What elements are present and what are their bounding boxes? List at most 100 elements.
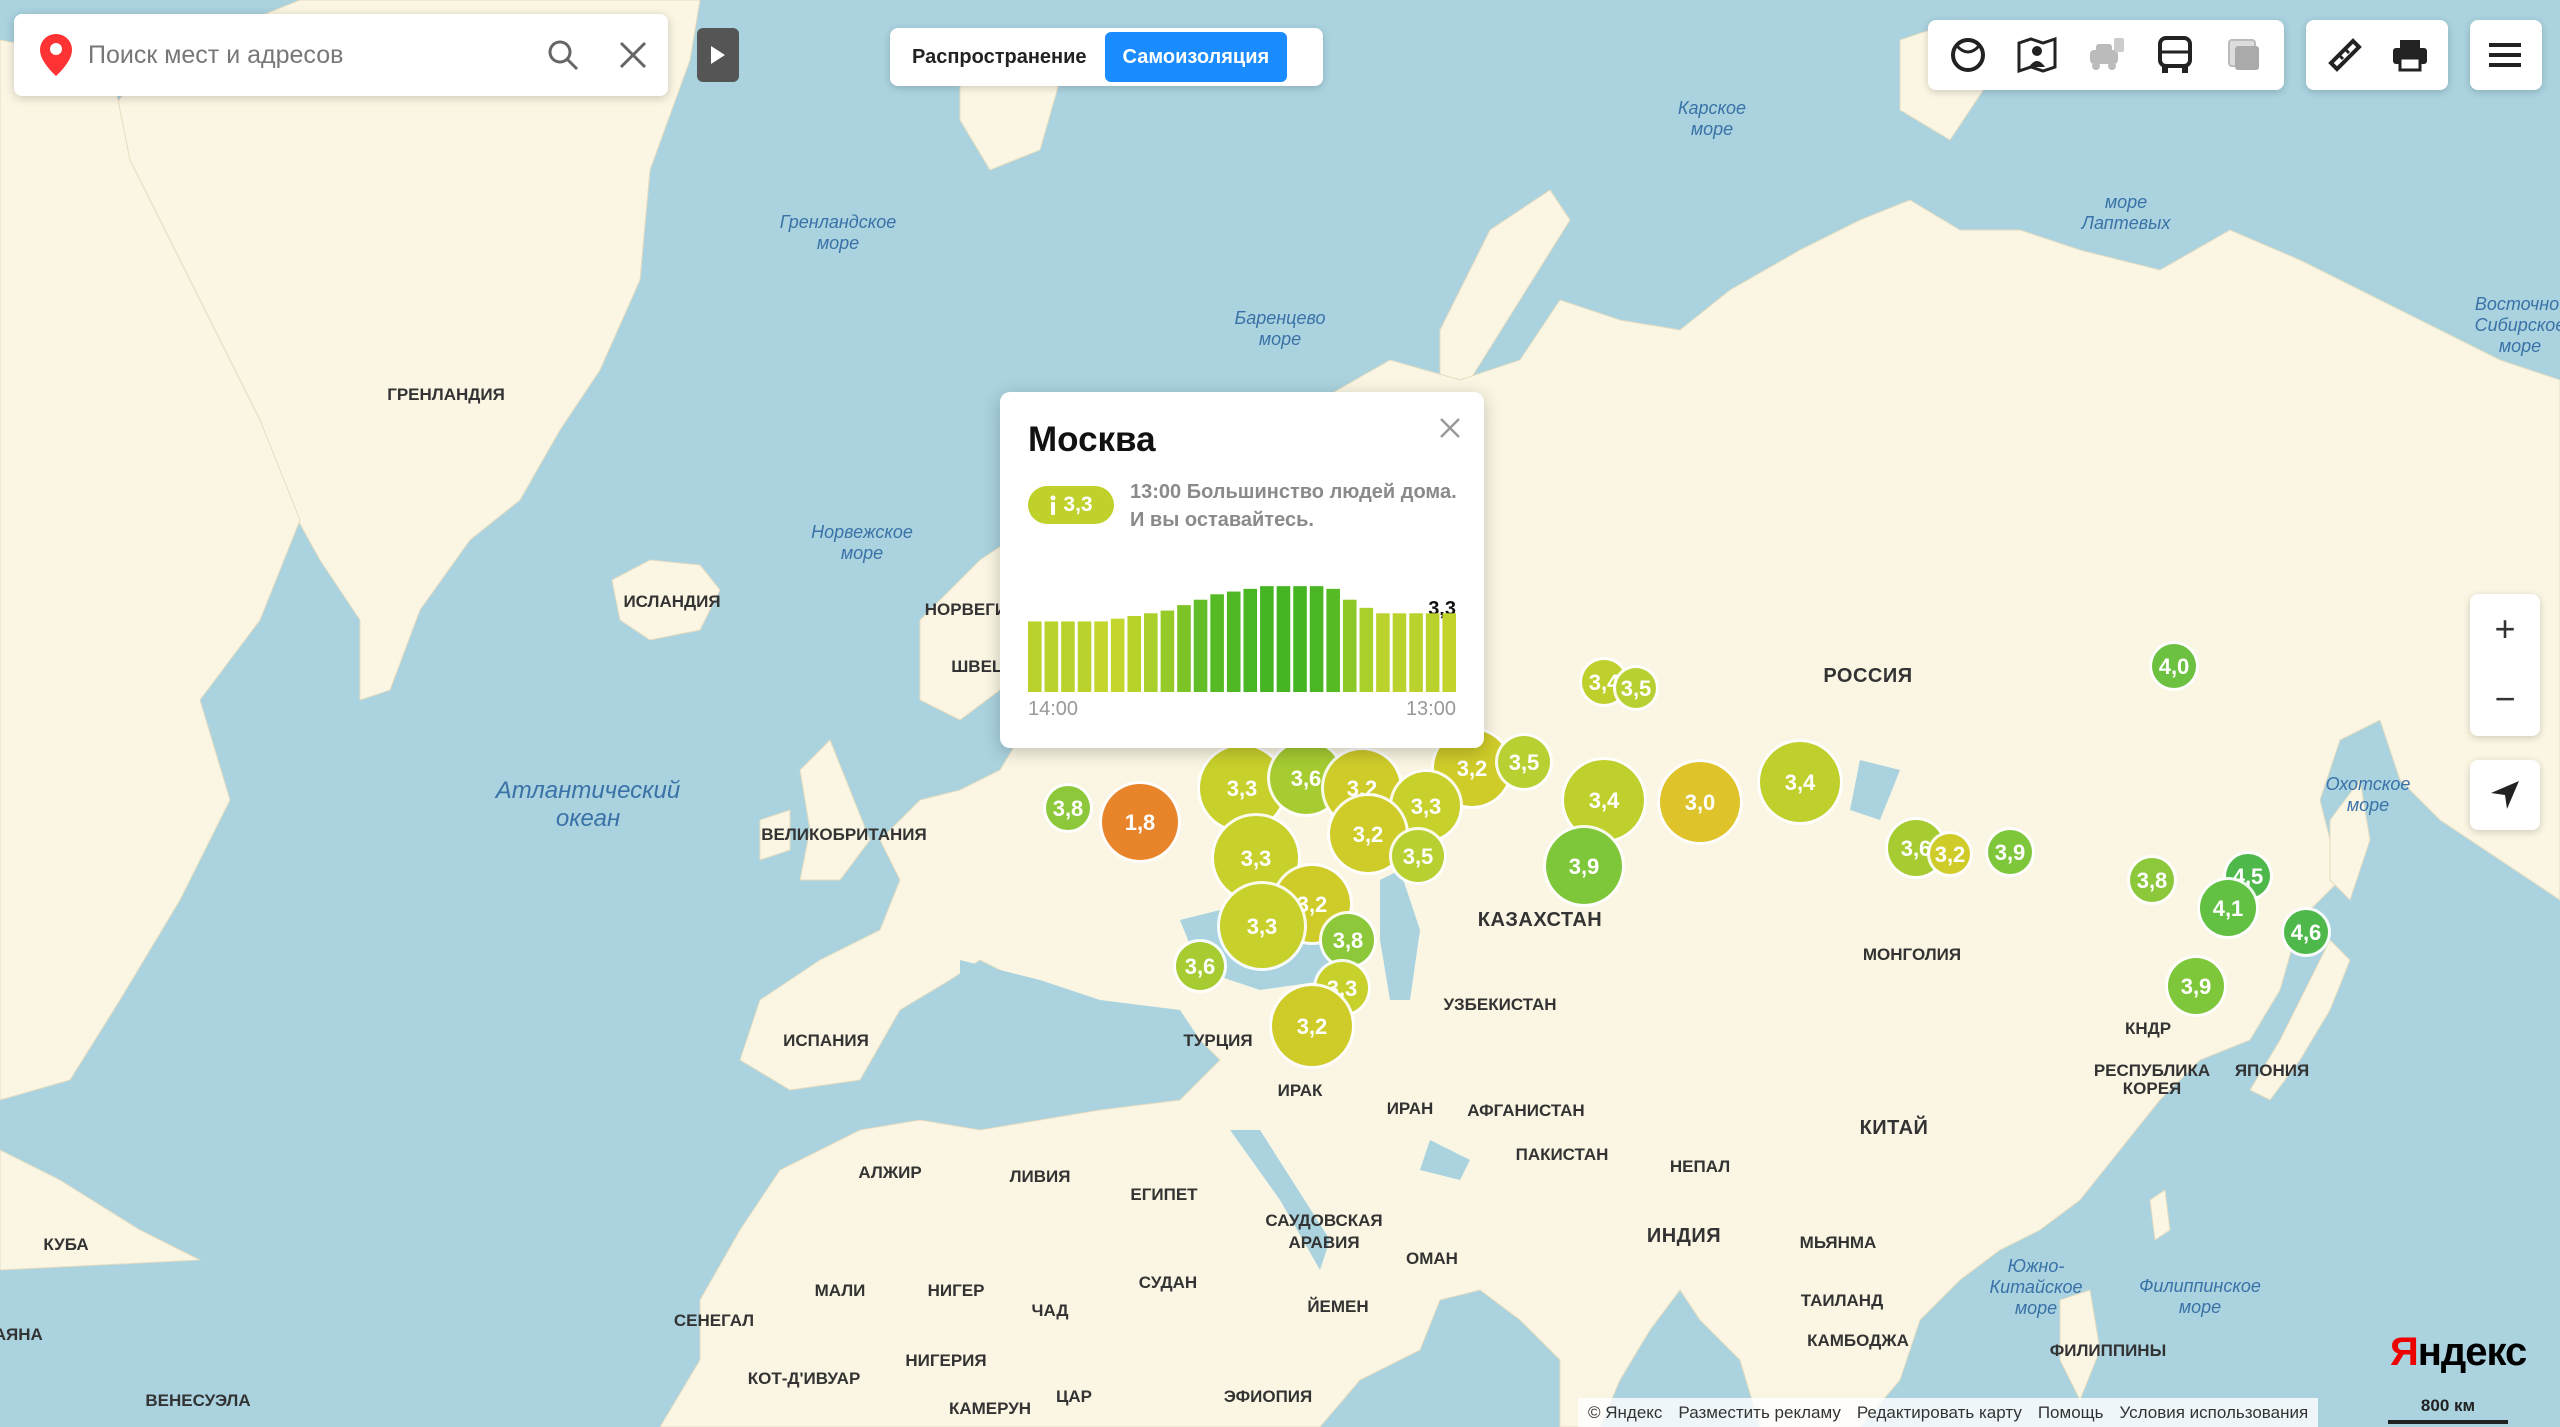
sea-label: море	[2347, 795, 2389, 815]
country-label: ЭФИОПИЯ	[1224, 1387, 1312, 1406]
chart-bar	[1210, 594, 1224, 692]
sea-label: море	[2179, 1297, 2221, 1317]
isolation-index-badge: 3,3	[1028, 486, 1114, 524]
traffic-icon	[2089, 38, 2124, 70]
tools-toolbar	[2306, 20, 2448, 90]
chart-bar	[1392, 613, 1407, 692]
sea-label: море	[2105, 192, 2147, 212]
traffic-button[interactable]	[2072, 20, 2141, 90]
city-index-bubble[interactable]: 3,9	[1543, 825, 1625, 907]
popup-close-button[interactable]	[1432, 410, 1468, 446]
sea-label: Сибирское	[2475, 315, 2560, 335]
person-icon	[1050, 495, 1056, 515]
city-index-bubble[interactable]: 3,9	[1985, 827, 2035, 877]
mode-tab-spread[interactable]: Распространение	[894, 32, 1105, 82]
bubble-value: 4,1	[2213, 896, 2244, 921]
ruler-button[interactable]	[2312, 20, 2377, 90]
bubble-value: 4,0	[2159, 654, 2190, 679]
layers-toolbar	[1928, 20, 2284, 90]
ocean-label: океан	[556, 805, 620, 832]
globe-button[interactable]	[1934, 20, 2003, 90]
city-index-bubble[interactable]: 3,5	[1495, 733, 1553, 791]
sidebar-toggle-button[interactable]	[697, 28, 739, 82]
city-index-bubble[interactable]: 3,2	[1269, 983, 1355, 1069]
city-popup: Москва 3,3 13:00 Большинство людей дома.…	[1000, 392, 1484, 748]
sea-label: море	[1691, 119, 1733, 139]
city-index-bubble[interactable]: 3,9	[2165, 955, 2227, 1017]
transport-button[interactable]	[2140, 20, 2209, 90]
chart-bar	[1061, 621, 1075, 692]
city-index-bubble[interactable]: 3,5	[1613, 665, 1659, 711]
chart-bar	[1044, 621, 1059, 692]
search-button[interactable]	[528, 14, 598, 96]
clear-button[interactable]	[598, 14, 668, 96]
panorama-button[interactable]	[2003, 20, 2072, 90]
country-label: ГАЯНА	[0, 1325, 43, 1344]
mode-tab-self-isolation[interactable]: Самоизоляция	[1104, 32, 1288, 82]
city-index-bubble[interactable]: 3,4	[1757, 739, 1843, 825]
city-index-bubble[interactable]: 1,8	[1099, 781, 1181, 863]
city-index-bubble[interactable]: 4,6	[2281, 907, 2331, 957]
city-index-bubble[interactable]: 3,8	[2127, 855, 2177, 905]
bubble-value: 4,6	[2291, 920, 2322, 945]
map-scale: 800 км	[2388, 1396, 2508, 1424]
copyright-text: © Яндекс	[1588, 1402, 1663, 1422]
bubble-value: 3,6	[1185, 954, 1216, 979]
city-index-bubble[interactable]: 3,0	[1657, 759, 1743, 845]
ruler-icon	[2327, 38, 2362, 72]
search-input[interactable]	[86, 29, 528, 81]
menu-button[interactable]	[2470, 20, 2540, 90]
country-label: ЕГИПЕТ	[1130, 1185, 1198, 1204]
chart-bar	[1276, 586, 1291, 692]
zoom-in-button[interactable]: +	[2470, 594, 2540, 664]
chart-bar	[1110, 618, 1125, 692]
scale-bar	[2388, 1420, 2508, 1424]
country-label: РЕСПУБЛИКА	[2094, 1061, 2210, 1080]
sea-label: Охотское	[2326, 774, 2411, 794]
sea-label: Карское	[1678, 98, 1746, 118]
country-label: ЛИВИЯ	[1010, 1167, 1071, 1186]
chart-bar	[1127, 616, 1142, 692]
country-label: ГРЕНЛАНДИЯ	[387, 385, 505, 404]
country-label: ОМАН	[1406, 1249, 1458, 1268]
city-index-bubble[interactable]: 3,3	[1217, 881, 1307, 971]
layers-square-icon	[2227, 39, 2259, 70]
sea-label: Южно-	[2008, 1256, 2065, 1276]
yandex-logo[interactable]: Яндекс	[2390, 1330, 2527, 1375]
chart-bar	[1309, 586, 1324, 692]
location-arrow-icon	[2491, 781, 2519, 809]
chart-bar	[1376, 613, 1390, 692]
country-label: МЬЯНМА	[1800, 1233, 1877, 1252]
city-index-bubble[interactable]: 3,2	[1927, 831, 1973, 877]
city-index-bubble[interactable]: 3,5	[1389, 827, 1447, 885]
bubble-value: 3,6	[1291, 766, 1322, 791]
print-button[interactable]	[2377, 20, 2442, 90]
country-label: КУБА	[43, 1235, 88, 1254]
bubble-value: 3,3	[1411, 794, 1442, 819]
chart-time-end: 13:00	[1405, 698, 1456, 720]
chart-bar	[1260, 586, 1274, 692]
print-icon	[2392, 40, 2427, 72]
city-index-bubble[interactable]: 4,1	[2197, 877, 2259, 939]
country-label: ИСПАНИЯ	[783, 1031, 869, 1050]
city-index-bubble[interactable]: 3,6	[1173, 939, 1227, 993]
country-label: АЛЖИР	[858, 1163, 921, 1182]
footer-link-terms[interactable]: Условия использования	[2120, 1403, 2309, 1423]
footer-link-ads[interactable]: Разместить рекламу	[1678, 1403, 1840, 1423]
popup-status: 13:00 Большинство людей дома. И вы остав…	[1130, 478, 1460, 534]
chart-bar	[1160, 610, 1175, 692]
country-label: УЗБЕКИСТАН	[1443, 995, 1556, 1014]
footer-link-edit-map[interactable]: Редактировать карту	[1857, 1403, 2022, 1423]
country-label: ТУРЦИЯ	[1183, 1031, 1252, 1050]
bubble-value: 3,9	[1995, 840, 2026, 865]
footer-link-help[interactable]: Помощь	[2038, 1403, 2104, 1423]
city-index-bubble[interactable]: 4,0	[2149, 641, 2199, 691]
zoom-out-button[interactable]: −	[2470, 664, 2540, 734]
isolation-index-value: 3,3	[1063, 493, 1093, 516]
sea-label: Баренцево	[1235, 308, 1326, 328]
layers-button[interactable]	[2209, 20, 2278, 90]
country-label: КОТ-Д'ИВУАР	[748, 1369, 861, 1388]
city-index-bubble[interactable]: 3,8	[1043, 783, 1093, 833]
geolocation-button[interactable]	[2470, 760, 2540, 830]
menu-icon	[2489, 43, 2521, 67]
